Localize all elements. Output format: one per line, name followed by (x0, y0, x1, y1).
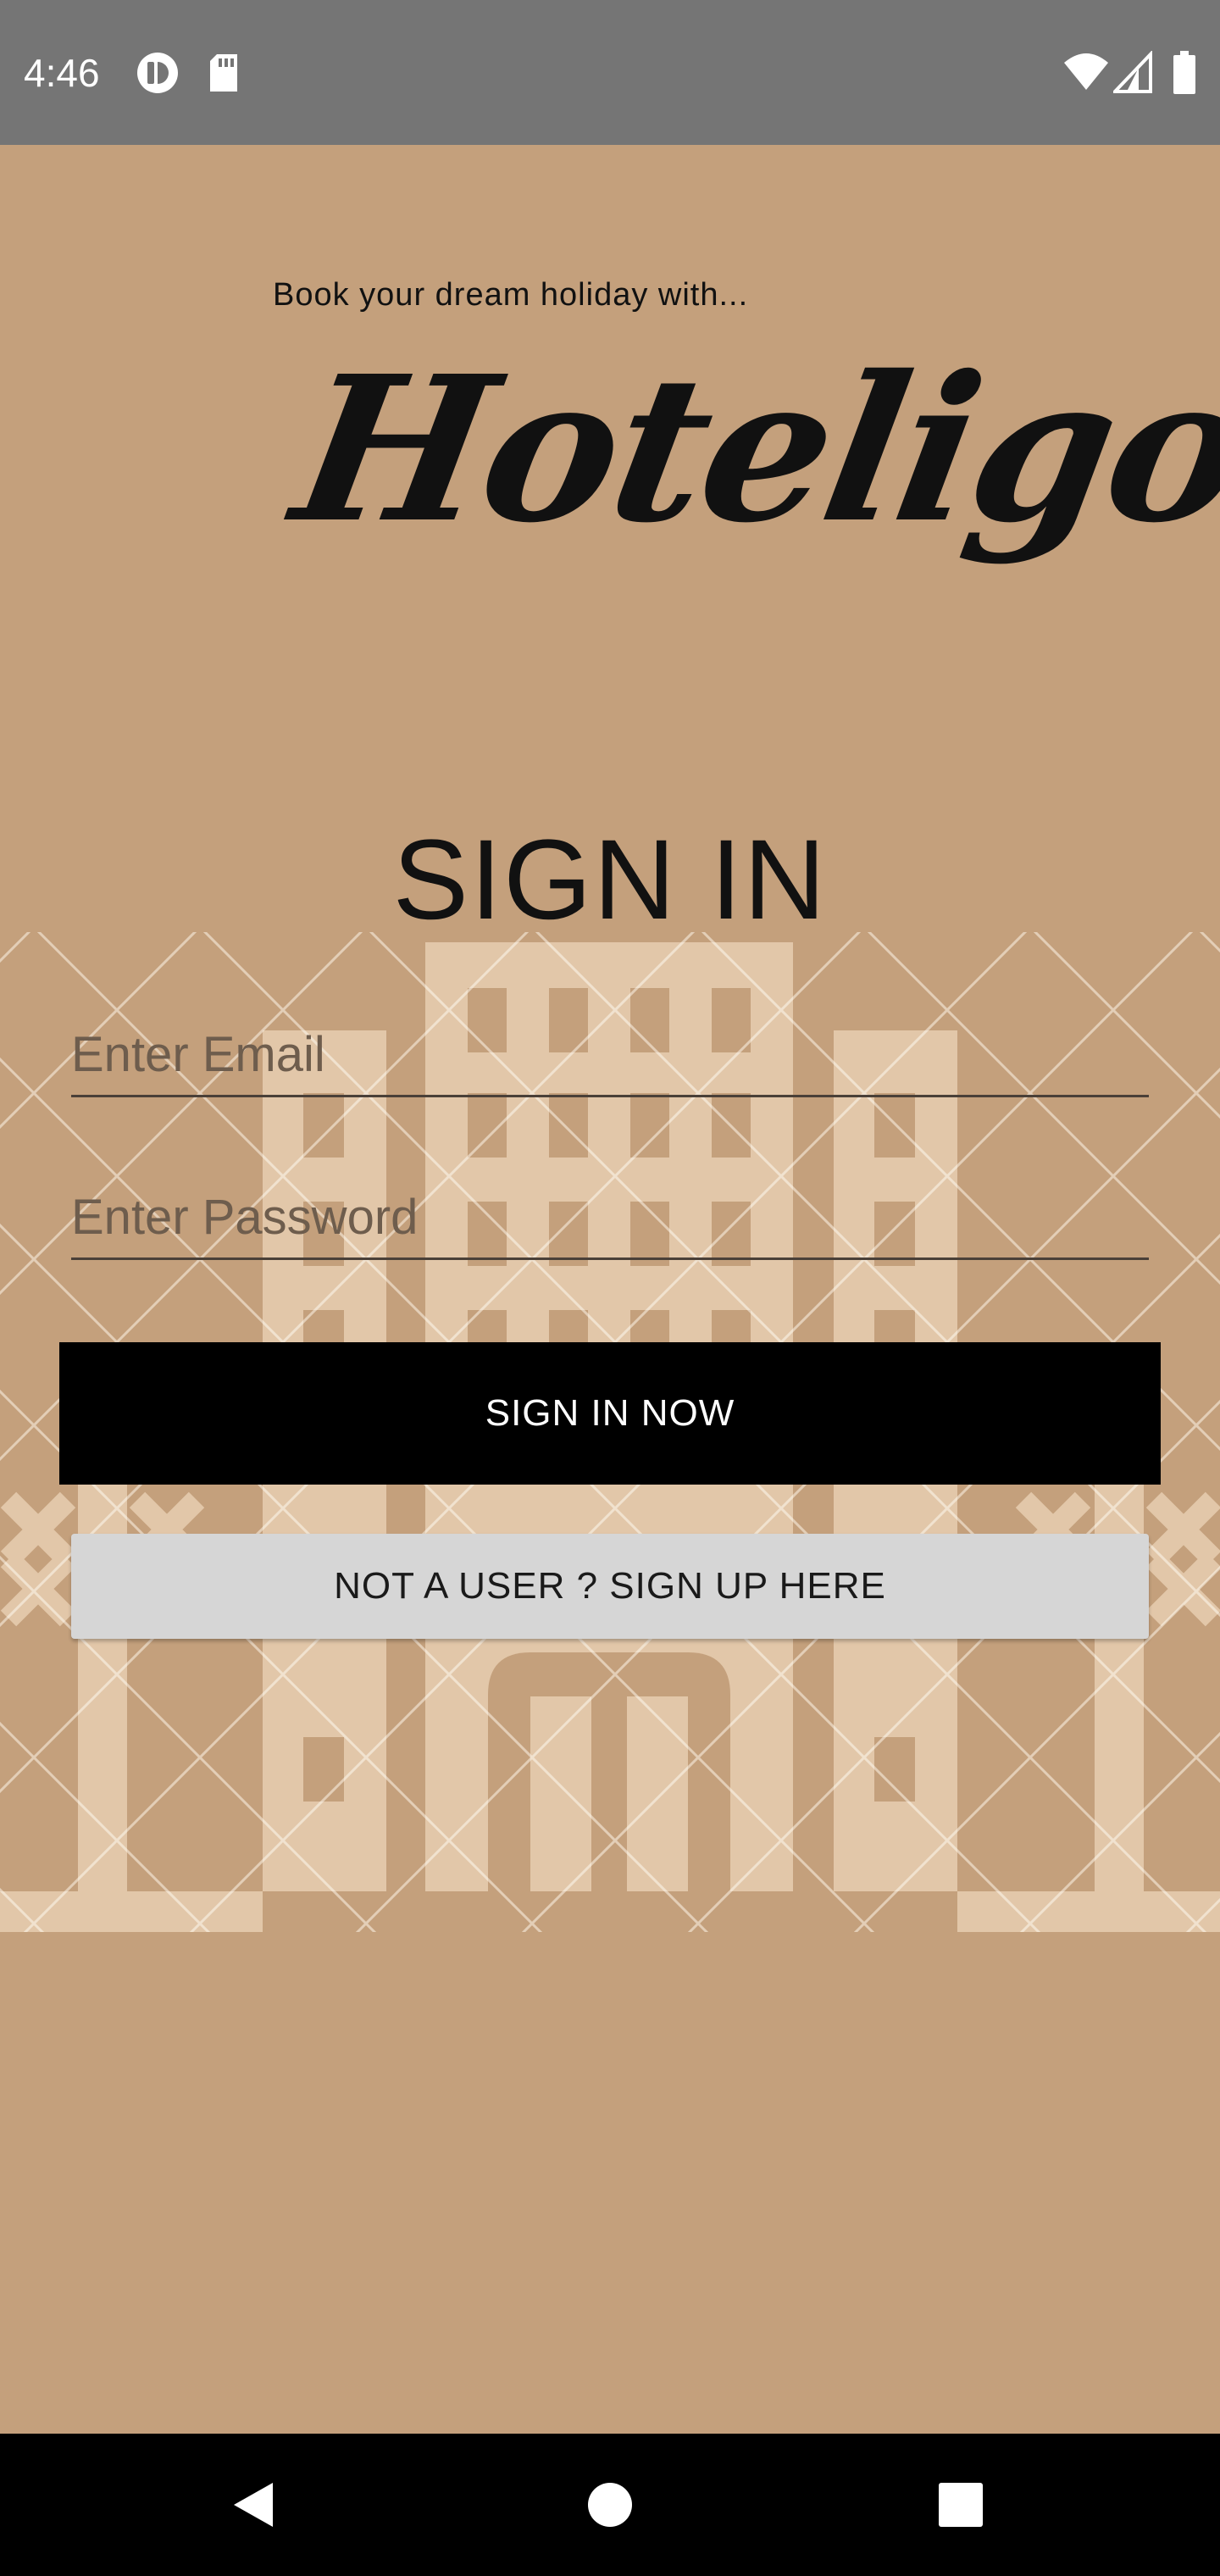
brand-logo: Hoteligo! (280, 331, 1220, 567)
back-icon (234, 2483, 273, 2527)
notification-app-icon (137, 53, 178, 93)
navigation-bar (0, 2434, 1220, 2576)
home-icon (588, 2483, 632, 2527)
battery-icon (1173, 51, 1195, 94)
cell-signal-icon (1113, 51, 1152, 93)
recents-icon (939, 2483, 983, 2527)
email-field[interactable] (71, 1013, 1149, 1097)
status-bar: 4:46 (0, 0, 1220, 145)
tagline: Book your dream holiday with... (273, 277, 749, 313)
password-field[interactable] (71, 1176, 1149, 1260)
page-title: SIGN IN (392, 817, 828, 943)
recents-button[interactable] (893, 2434, 1029, 2576)
status-time: 4:46 (24, 51, 100, 95)
sign-up-button[interactable]: NOT A USER ? SIGN UP HERE (71, 1534, 1149, 1639)
sd-card-icon (210, 54, 237, 92)
home-button[interactable] (542, 2434, 678, 2576)
sign-in-button[interactable]: SIGN IN NOW (59, 1342, 1161, 1485)
wifi-icon (1064, 53, 1108, 90)
back-button[interactable] (186, 2434, 322, 2576)
